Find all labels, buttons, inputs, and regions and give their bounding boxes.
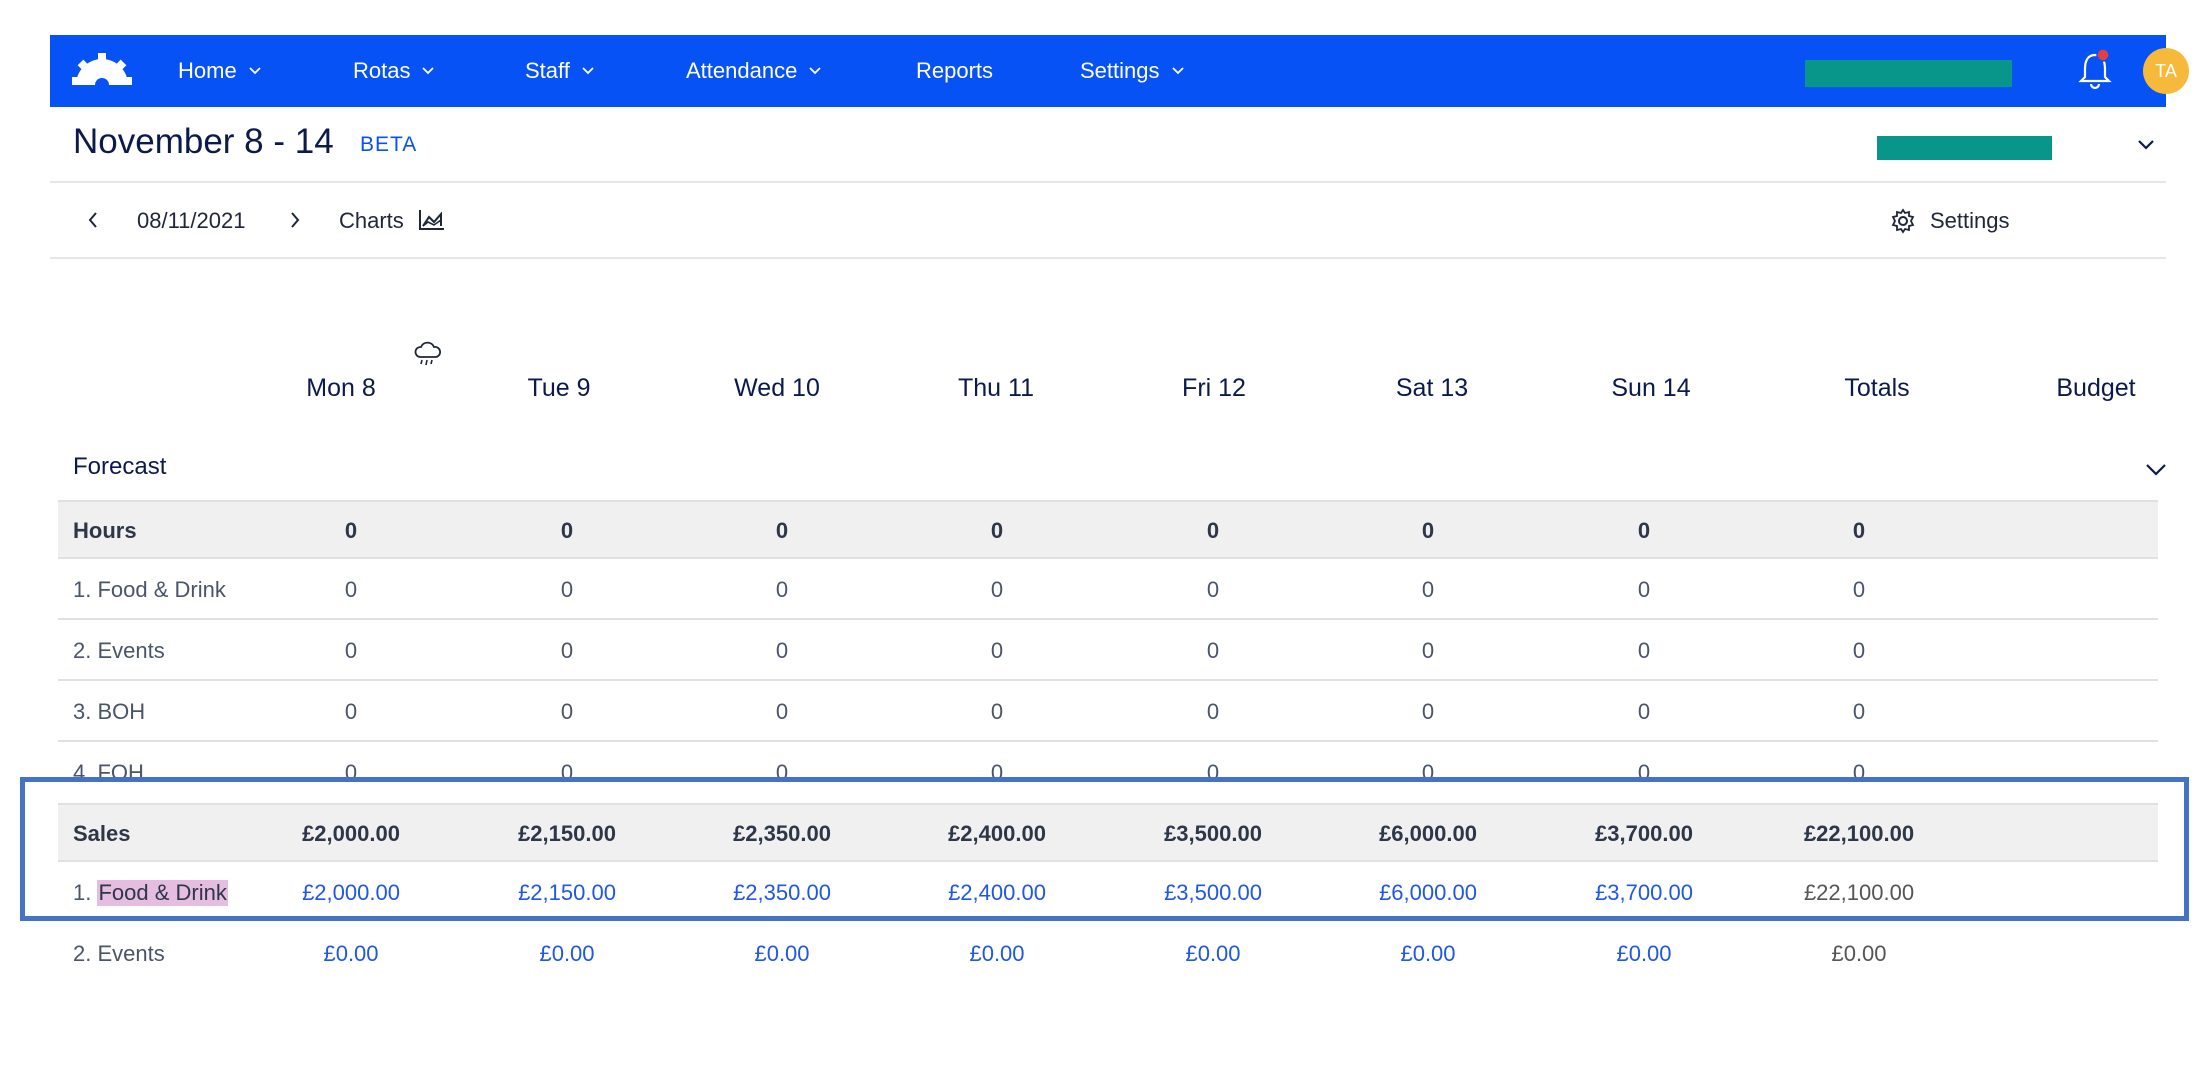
row-label: 2. Events	[73, 637, 165, 663]
table-row-food-drink-hours: 1. Food & Drink 0 0 0 0 0 0 0 0	[58, 561, 2158, 620]
cell-value: 0	[1637, 517, 1651, 543]
cell-value: 0	[1206, 698, 1220, 724]
cell-value: 0	[990, 517, 1004, 543]
cell-value: 0	[560, 517, 574, 543]
chevron-down-icon	[582, 67, 594, 75]
redacted-site-selector[interactable]	[1877, 136, 2052, 160]
row-label: Hours	[73, 517, 137, 543]
nav-staff[interactable]: Staff	[525, 35, 594, 107]
cell-value: 0	[1421, 517, 1435, 543]
editable-sales-cell[interactable]: £0.00	[1400, 925, 1455, 982]
cell-value: 0	[1206, 576, 1220, 602]
divider	[50, 257, 2166, 259]
notification-bell-icon[interactable]	[2075, 47, 2115, 96]
row-label: 3. BOH	[73, 698, 146, 724]
editable-sales-cell[interactable]: £0.00	[539, 925, 594, 982]
nav-settings[interactable]: Settings	[1080, 35, 1184, 107]
table-row-hours: Hours 0 0 0 0 0 0 0 0	[58, 500, 2158, 559]
cell-total: £0.00	[1831, 940, 1887, 966]
table-row-boh-hours: 3. BOH 0 0 0 0 0 0 0 0	[58, 683, 2158, 742]
chevron-down-icon	[249, 67, 261, 75]
col-header-sun: Sun 14	[1611, 374, 1691, 402]
prev-week-chevron-icon[interactable]	[87, 211, 99, 229]
cell-value: 0	[1206, 517, 1220, 543]
col-header-mon: Mon 8	[306, 374, 376, 402]
row-label: 2. Events	[73, 940, 165, 966]
cell-value: 0	[775, 637, 789, 663]
cell-value: 0	[1206, 637, 1220, 663]
rain-cloud-icon	[414, 341, 441, 366]
table-row-events-sales: 2. Events £0.00 £0.00 £0.00 £0.00 £0.00 …	[58, 925, 2158, 984]
logo-gear-icon[interactable]	[72, 51, 132, 96]
col-header-tue: Tue 9	[527, 374, 591, 402]
cell-value: 0	[775, 698, 789, 724]
editable-sales-cell[interactable]: £0.00	[1616, 925, 1671, 982]
charts-button[interactable]: Charts	[339, 208, 404, 234]
col-header-fri: Fri 12	[1182, 374, 1246, 402]
cell-value: 0	[990, 576, 1004, 602]
collapse-chevron-icon[interactable]	[2145, 463, 2167, 477]
col-header-sat: Sat 13	[1395, 374, 1469, 402]
cell-value: 0	[560, 576, 574, 602]
chart-icon[interactable]	[418, 208, 446, 232]
row-label: 1. Food & Drink	[73, 576, 226, 602]
cell-value: 0	[775, 517, 789, 543]
cell-value: 0	[560, 698, 574, 724]
col-header-totals: Totals	[1844, 374, 1910, 402]
cell-value: 0	[1421, 576, 1435, 602]
cell-value: 0	[1637, 698, 1651, 724]
cell-total: 0	[1852, 576, 1866, 602]
editable-sales-cell[interactable]: £0.00	[323, 925, 378, 982]
cell-value: 0	[990, 637, 1004, 663]
next-week-chevron-icon[interactable]	[289, 211, 301, 229]
week-date[interactable]: 08/11/2021	[137, 208, 245, 234]
cell-value: 0	[1637, 576, 1651, 602]
col-header-thu: Thu 11	[958, 374, 1034, 402]
cell-total: 0	[1852, 698, 1866, 724]
editable-sales-cell[interactable]: £0.00	[1185, 925, 1240, 982]
editable-sales-cell[interactable]: £0.00	[754, 925, 809, 982]
user-avatar[interactable]: TA	[2143, 48, 2189, 94]
cell-value: 0	[344, 698, 358, 724]
cell-value: 0	[344, 576, 358, 602]
nav-attendance[interactable]: Attendance	[686, 35, 821, 107]
nav-rotas[interactable]: Rotas	[353, 35, 435, 107]
nav-home[interactable]: Home	[178, 35, 261, 107]
cell-value: 0	[1421, 637, 1435, 663]
nav-reports[interactable]: Reports	[916, 35, 993, 107]
settings-button[interactable]: Settings	[1930, 208, 2010, 234]
forecast-section-title[interactable]: Forecast	[73, 453, 166, 481]
cell-value: 0	[775, 576, 789, 602]
divider	[50, 181, 2166, 183]
cell-value: 0	[990, 698, 1004, 724]
cell-value: 0	[560, 637, 574, 663]
site-dropdown-chevron-icon[interactable]	[2137, 139, 2155, 151]
col-header-wed: Wed 10	[734, 374, 820, 402]
cell-total: 0	[1852, 517, 1866, 543]
cell-value: 0	[344, 517, 358, 543]
selection-highlight-box	[20, 777, 2189, 921]
redacted-venue-name[interactable]	[1805, 60, 2012, 87]
chevron-down-icon	[422, 67, 435, 75]
beta-badge: BETA	[360, 133, 418, 156]
col-header-budget: Budget	[2056, 374, 2136, 402]
editable-sales-cell[interactable]: £0.00	[969, 925, 1024, 982]
chevron-down-icon	[809, 67, 821, 75]
cell-total: 0	[1852, 637, 1866, 663]
table-row-events-hours: 2. Events 0 0 0 0 0 0 0 0	[58, 622, 2158, 681]
settings-gear-icon[interactable]	[1890, 208, 1916, 234]
top-nav-bar: Home Rotas Staff Attendance Reports Sett…	[50, 35, 2189, 107]
cell-value: 0	[1421, 698, 1435, 724]
chevron-down-icon	[1171, 67, 1184, 75]
cell-value: 0	[344, 637, 358, 663]
cell-value: 0	[1637, 637, 1651, 663]
page-title: November 8 - 14	[73, 122, 334, 161]
